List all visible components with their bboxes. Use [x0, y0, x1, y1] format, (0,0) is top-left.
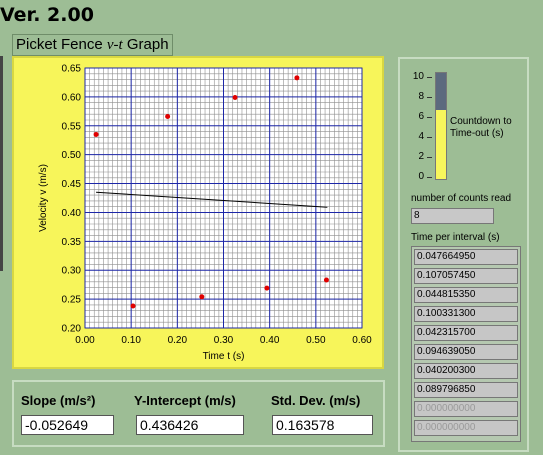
status-panel: 10 8 6 4 2 0 Countdown to Time-out (s) number… — [398, 57, 529, 452]
data-point — [130, 303, 136, 309]
y-tick-label: 0.65 — [62, 64, 82, 75]
interval-value: 0.107057450 — [414, 268, 518, 284]
graph-title-prefix: Picket Fence — [16, 36, 107, 53]
graph-title-suffix: Graph — [122, 36, 169, 53]
intercept-value: 0.436426 — [136, 415, 244, 435]
countdown-tick-label: 2 — [418, 151, 424, 162]
interval-value: 0.000000000 — [414, 420, 518, 436]
countdown-tick-label: 8 — [418, 91, 424, 102]
interval-value: 0.000000000 — [414, 401, 518, 417]
intervals-label: Time per interval (s) — [411, 232, 500, 243]
countdown-tick-label: 10 — [412, 71, 424, 82]
counts-value: 8 — [411, 208, 494, 224]
interval-value: 0.044815350 — [414, 287, 518, 303]
version-title: Ver. 2.00 — [0, 4, 94, 26]
y-tick-label: 0.20 — [62, 324, 82, 335]
interval-value: 0.094639050 — [414, 344, 518, 360]
y-tick-label: 0.50 — [62, 150, 82, 161]
slope-label: Slope (m/s²) — [21, 393, 96, 408]
interval-value: 0.089796850 — [414, 382, 518, 398]
intercept-label: Y-Intercept (m/s) — [134, 393, 236, 408]
data-point — [93, 131, 99, 137]
y-tick-label: 0.40 — [62, 208, 82, 219]
countdown-tick — [427, 97, 432, 98]
slope-value: -0.052649 — [21, 415, 114, 435]
y-axis-label: Velocity v (m/s) — [38, 164, 49, 232]
countdown-tick-label: 0 — [418, 171, 424, 182]
x-tick-label: 0.60 — [352, 335, 372, 346]
data-point — [323, 277, 329, 283]
interval-value: 0.040200300 — [414, 363, 518, 379]
graph-title: Picket Fence v-t Graph — [12, 34, 173, 56]
countdown-meter-empty — [436, 73, 446, 110]
countdown-label: Countdown to Time-out (s) — [450, 116, 512, 139]
countdown-tick — [427, 177, 432, 178]
fit-results-panel: Slope (m/s²) -0.052649 Y-Intercept (m/s)… — [12, 380, 385, 447]
x-tick-label: 0.00 — [75, 335, 95, 346]
countdown-tick — [427, 157, 432, 158]
counts-label: number of counts read — [411, 193, 512, 204]
data-point — [199, 294, 205, 300]
countdown-tick — [427, 77, 432, 78]
countdown-meter-track — [435, 72, 447, 180]
countdown-tick — [427, 117, 432, 118]
countdown-tick-label: 4 — [418, 131, 424, 142]
countdown-tick — [427, 137, 432, 138]
x-tick-label: 0.50 — [306, 335, 326, 346]
y-tick-label: 0.30 — [62, 266, 82, 277]
y-tick-label: 0.60 — [62, 92, 82, 103]
stddev-value: 0.163578 — [272, 415, 373, 435]
y-tick-label: 0.45 — [62, 179, 82, 190]
intervals-list: 0.047664950 0.107057450 0.044815350 0.10033… — [411, 246, 521, 442]
graph-panel: 0.00 0.10 0.20 0.30 0.40 0.50 0.60 0.20 0.25 0.30… — [12, 56, 384, 369]
interval-value: 0.100331300 — [414, 306, 518, 322]
left-border — [0, 56, 3, 271]
interval-value: 0.042315700 — [414, 325, 518, 341]
countdown-tick-label: 6 — [418, 111, 424, 122]
y-tick-label: 0.25 — [62, 295, 82, 306]
graph-title-vt: v-t — [106, 37, 123, 53]
data-point — [264, 285, 270, 291]
x-tick-label: 0.20 — [168, 335, 188, 346]
x-axis-label: Time t (s) — [203, 351, 245, 362]
data-point — [165, 114, 171, 120]
y-tick-label: 0.55 — [62, 121, 82, 132]
data-point — [232, 94, 238, 100]
x-tick-label: 0.10 — [121, 335, 141, 346]
y-tick-label: 0.35 — [62, 237, 82, 248]
vt-chart: 0.00 0.10 0.20 0.30 0.40 0.50 0.60 0.20 0.25 0.30… — [38, 64, 372, 363]
interval-value: 0.047664950 — [414, 249, 518, 265]
x-tick-label: 0.40 — [260, 335, 280, 346]
x-tick-label: 0.30 — [214, 335, 234, 346]
stddev-label: Std. Dev. (m/s) — [271, 393, 361, 408]
data-point — [294, 75, 300, 81]
